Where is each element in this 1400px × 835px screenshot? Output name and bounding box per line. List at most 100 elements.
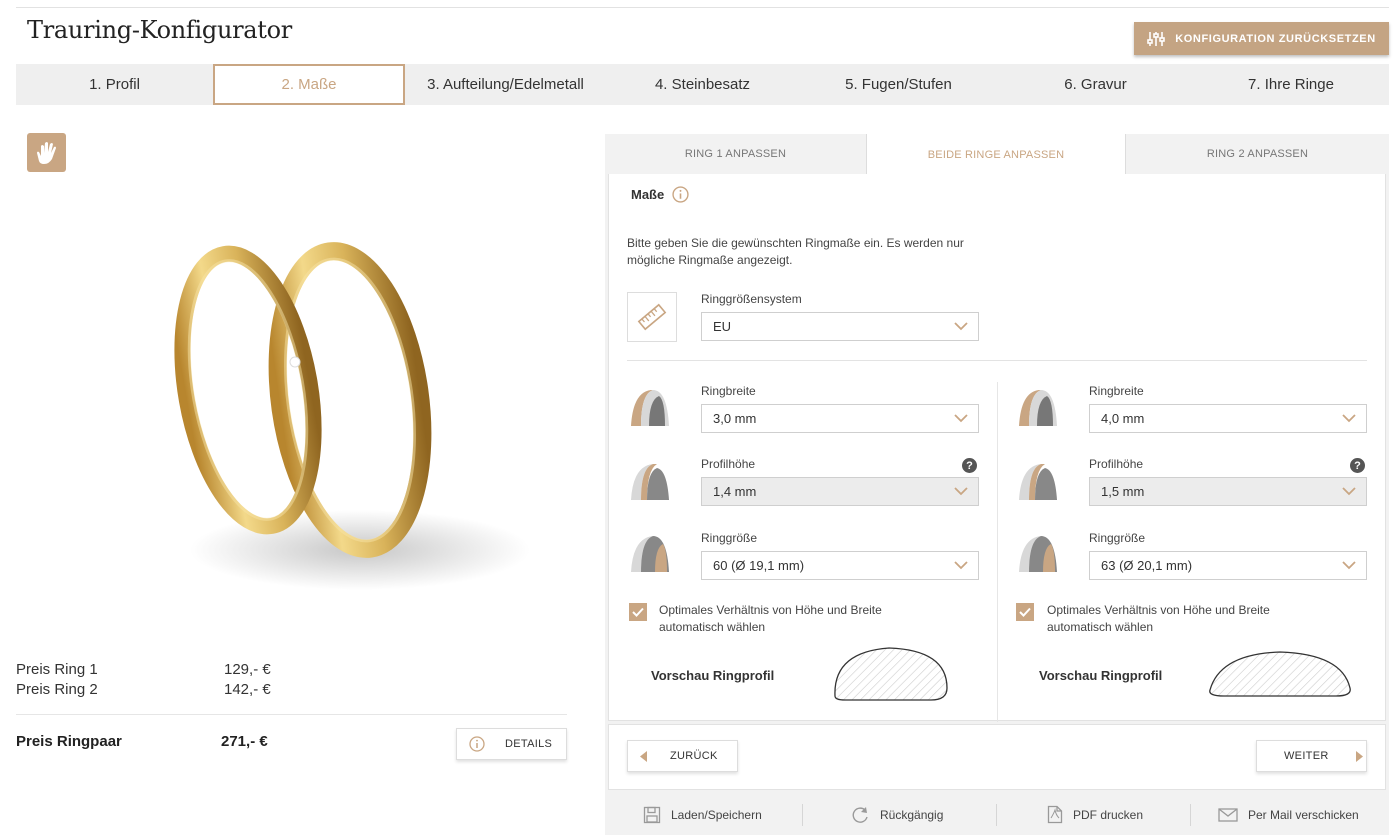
undo-label: Rückgängig [880, 807, 944, 822]
price-ring2-label: Preis Ring 2 [16, 681, 98, 698]
chevron-down-icon [1342, 487, 1356, 496]
ring-size-icon [1019, 536, 1057, 572]
undo-button[interactable]: Rückgängig [851, 794, 943, 835]
step-gravur[interactable]: 6. Gravur [998, 64, 1193, 105]
ring2-size-value: 63 (Ø 20,1 mm) [1101, 558, 1193, 573]
ring1-width-value: 3,0 mm [713, 411, 757, 426]
arrow-left-icon [640, 750, 647, 762]
price-ring2-value: 142,- € [224, 681, 271, 698]
top-divider [16, 7, 1389, 8]
step-ihre-ringe[interactable]: 7. Ihre Ringe [1193, 64, 1389, 105]
ring2-size-select[interactable]: 63 (Ø 20,1 mm) [1089, 551, 1367, 580]
chevron-down-icon [954, 322, 968, 331]
chevron-down-icon [954, 561, 968, 570]
ring2-auto-ratio-label: Optimales Verhältnis von Höhe und Breite… [1047, 603, 1270, 634]
save-icon [643, 806, 661, 823]
app-title: Trauring-Konfigurator [27, 16, 292, 44]
ring2-width-label: Ringbreite [1089, 384, 1144, 398]
section-title-text: Maße [631, 187, 665, 202]
tab-both-rings[interactable]: BEIDE RINGE ANPASSEN [866, 134, 1126, 175]
load-save-label: Laden/Speichern [671, 807, 762, 822]
info-icon[interactable] [672, 186, 689, 203]
footer-separator [996, 804, 997, 826]
ring1-auto-ratio-checkbox[interactable] [629, 603, 647, 621]
chevron-down-icon [1342, 414, 1356, 423]
back-label: ZURÜCK [670, 750, 718, 762]
step-aufteilung-edelmetall[interactable]: 3. Aufteilung/Edelmetall [405, 64, 606, 105]
ring1-height-label: Profilhöhe [701, 457, 756, 471]
mail-send-label: Per Mail verschicken [1248, 807, 1359, 822]
undo-icon [852, 806, 868, 823]
hand-icon[interactable] [27, 133, 66, 172]
step-profil[interactable]: 1. Profil [16, 64, 213, 105]
check-icon [1019, 607, 1031, 617]
price-ring1-value: 129,- € [224, 661, 271, 678]
pdf-print-button[interactable]: PDF drucken [1047, 794, 1143, 835]
footer-separator [802, 804, 803, 826]
chevron-down-icon [1342, 561, 1356, 570]
size-system-select[interactable]: EU [701, 312, 979, 341]
ring1-width-label: Ringbreite [701, 384, 756, 398]
configuration-panel: RING 1 ANPASSEN BEIDE RINGE ANPASSEN RIN… [605, 134, 1389, 835]
ring2-size-label: Ringgröße [1089, 531, 1146, 545]
column-divider [997, 382, 998, 722]
next-label: WEITER [1284, 750, 1329, 762]
ring1-height-help-icon[interactable]: ? [962, 458, 977, 473]
arrow-right-icon [1355, 750, 1363, 762]
ring2-profile-preview [1209, 651, 1351, 697]
step-navigation: 1. Profil 2. Maße 3. Aufteilung/Edelmeta… [16, 64, 1389, 105]
chevron-down-icon [954, 487, 968, 496]
ruler-icon [627, 292, 677, 342]
ring-height-icon [631, 464, 669, 500]
ring2-height-help-icon[interactable]: ? [1350, 458, 1365, 473]
step-fugen-stufen[interactable]: 5. Fugen/Stufen [799, 64, 998, 105]
tab-ring2[interactable]: RING 2 ANPASSEN [1126, 134, 1389, 174]
step-masse[interactable]: 2. Maße [213, 64, 405, 105]
price-divider [16, 714, 567, 715]
ring-width-icon [1019, 390, 1057, 426]
mail-send-button[interactable]: Per Mail verschicken [1218, 794, 1359, 835]
price-pair-label: Preis Ringpaar [16, 733, 122, 750]
section-title: Maße [631, 186, 689, 203]
sliders-icon [1147, 31, 1166, 46]
ring1-height-value: 1,4 mm [713, 484, 757, 499]
ring1-height-select[interactable]: 1,4 mm [701, 477, 979, 506]
ring2-width-select[interactable]: 4,0 mm [1089, 404, 1367, 433]
ring1-profile-preview [834, 647, 948, 701]
details-button[interactable]: DETAILS [456, 728, 567, 760]
ring1-size-label: Ringgröße [701, 531, 758, 545]
check-icon [632, 607, 644, 617]
back-button[interactable]: ZURÜCK [627, 740, 738, 772]
ring2-auto-ratio-checkbox[interactable] [1016, 603, 1034, 621]
load-save-button[interactable]: Laden/Speichern [643, 794, 762, 835]
form-divider [627, 360, 1367, 361]
details-label: DETAILS [505, 738, 553, 750]
step-nav-bar: ZURÜCK WEITER [608, 724, 1386, 790]
pdf-print-label: PDF drucken [1073, 807, 1144, 822]
ring1-width-select[interactable]: 3,0 mm [701, 404, 979, 433]
size-system-label: Ringgrößensystem [701, 292, 802, 306]
ring2-height-label: Profilhöhe [1089, 457, 1144, 471]
reset-configuration-button[interactable]: KONFIGURATION ZURÜCKSETZEN [1134, 22, 1389, 55]
ring-width-icon [631, 390, 669, 426]
step-steinbesatz[interactable]: 4. Steinbesatz [606, 64, 799, 105]
ring1-preview-label: Vorschau Ringprofil [651, 668, 775, 683]
price-ring1-label: Preis Ring 1 [16, 661, 98, 678]
measurements-form: Maße Bitte geben Sie die gewünschten Rin… [608, 174, 1386, 722]
reset-configuration-label: KONFIGURATION ZURÜCKSETZEN [1175, 32, 1376, 45]
price-pair-value: 271,- € [221, 733, 268, 750]
mail-icon [1218, 807, 1238, 822]
ring-height-icon [1019, 464, 1057, 500]
info-icon [469, 736, 485, 752]
ring-size-icon [631, 536, 669, 572]
tab-ring1[interactable]: RING 1 ANPASSEN [605, 134, 866, 174]
next-button[interactable]: WEITER [1256, 740, 1367, 772]
ring-pair-image [174, 242, 530, 590]
ring2-width-value: 4,0 mm [1101, 411, 1145, 426]
ring1-size-value: 60 (Ø 19,1 mm) [713, 558, 805, 573]
ring2-height-value: 1,5 mm [1101, 484, 1145, 499]
pdf-icon [1047, 805, 1063, 824]
footer-toolbar: Laden/Speichern Rückgängig PDF drucken P… [605, 794, 1389, 835]
ring1-size-select[interactable]: 60 (Ø 19,1 mm) [701, 551, 979, 580]
ring2-height-select[interactable]: 1,5 mm [1089, 477, 1367, 506]
